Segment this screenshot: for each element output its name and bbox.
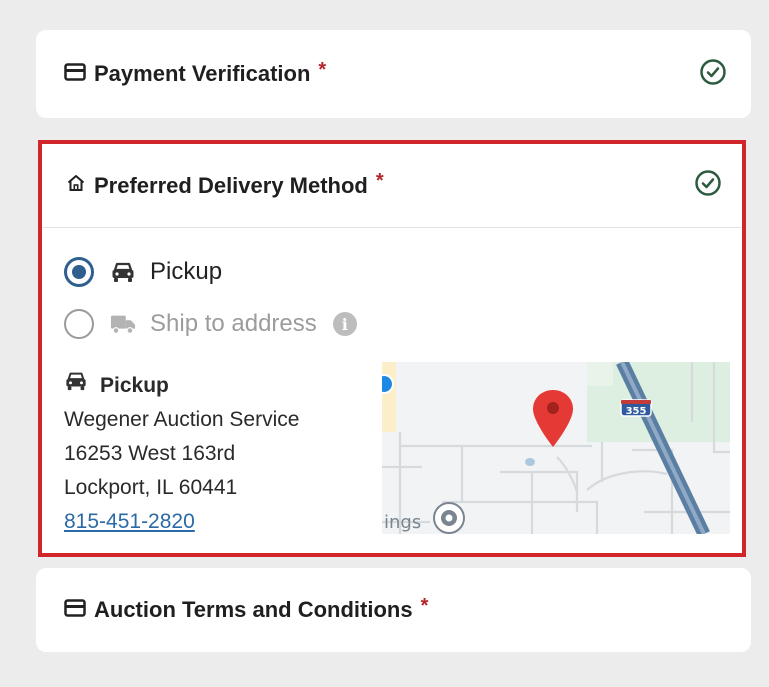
- highway-label: 355: [626, 406, 647, 417]
- check-circle-icon: [694, 169, 722, 202]
- pickup-details: Pickup Wegener Auction Service 16253 Wes…: [64, 369, 364, 539]
- pickup-location-name: Wegener Auction Service: [64, 408, 300, 431]
- highway-shield: 355: [620, 399, 652, 417]
- auction-terms-header[interactable]: Auction Terms and Conditions *: [36, 568, 751, 652]
- truck-icon: [110, 311, 136, 337]
- ship-to-address-radio[interactable]: [64, 309, 94, 339]
- map-poi-marker: [433, 502, 465, 534]
- card-icon: [64, 598, 86, 622]
- card-icon: [64, 62, 86, 86]
- delivery-method-title: Preferred Delivery Method: [94, 172, 368, 198]
- map-fragment-text: ings: [384, 512, 421, 533]
- auction-terms-section[interactable]: Auction Terms and Conditions *: [36, 568, 751, 652]
- pickup-option[interactable]: Pickup: [64, 246, 742, 298]
- map-blue-marker: [382, 374, 394, 394]
- required-marker: *: [375, 170, 384, 192]
- map-graphic: 355 ings: [382, 362, 730, 534]
- car-icon: [110, 259, 136, 285]
- delivery-method-section: Preferred Delivery Method * Pickup Ship …: [38, 140, 746, 557]
- info-icon[interactable]: i: [332, 312, 357, 336]
- pickup-phone-link[interactable]: 815-451-2820: [64, 505, 364, 539]
- delivery-options: Pickup Ship to address i: [42, 228, 742, 350]
- required-marker: *: [420, 594, 429, 617]
- pickup-street: 16253 West 163rd: [64, 442, 236, 465]
- pickup-details-heading: Pickup: [64, 369, 364, 403]
- home-icon: [66, 173, 86, 198]
- map-pond: [525, 458, 535, 466]
- payment-verification-section[interactable]: Payment Verification *: [36, 30, 751, 118]
- pickup-location-map[interactable]: 355 ings: [382, 362, 730, 534]
- payment-verification-header[interactable]: Payment Verification *: [36, 30, 751, 118]
- auction-terms-title: Auction Terms and Conditions: [94, 597, 413, 622]
- ship-to-address-option[interactable]: Ship to address i: [64, 298, 742, 350]
- payment-verification-title: Payment Verification: [94, 61, 311, 86]
- delivery-method-header[interactable]: Preferred Delivery Method *: [42, 144, 742, 228]
- pickup-city: Lockport, IL 60441: [64, 476, 238, 499]
- required-marker: *: [318, 58, 327, 81]
- car-icon: [64, 369, 88, 403]
- map-area-yellow: [382, 362, 396, 432]
- pickup-radio[interactable]: [64, 257, 94, 287]
- check-circle-icon: [699, 58, 727, 91]
- pickup-heading-label: Pickup: [100, 374, 169, 397]
- ship-to-address-label: Ship to address: [150, 310, 317, 337]
- pickup-option-label: Pickup: [150, 258, 223, 285]
